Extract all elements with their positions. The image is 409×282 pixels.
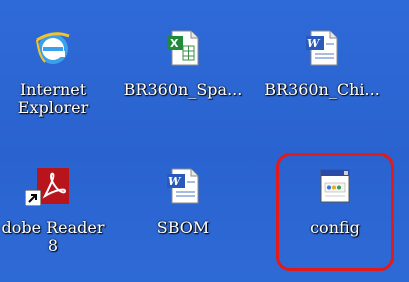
desktop-icon-label: Internet Explorer — [17, 80, 89, 117]
desktop-icon-adobe-reader[interactable]: dobe Reader 8 — [0, 148, 118, 268]
desktop-icon-word-file[interactable]: W BR360n_Chi... — [257, 10, 387, 130]
excel-document-icon: X — [167, 30, 199, 66]
desktop-icon-label: dobe Reader 8 — [1, 218, 105, 255]
desktop-icon-internet-explorer[interactable]: Internet Explorer — [0, 10, 118, 130]
word-document-icon: W — [167, 168, 199, 204]
shortcut-arrow-icon — [25, 190, 41, 206]
desktop-icon-excel-file[interactable]: X BR360n_Spa... — [118, 10, 248, 130]
word-document-icon: W — [306, 30, 338, 66]
desktop-icon-label: BR360n_Chi... — [264, 80, 380, 99]
svg-text:X: X — [170, 37, 179, 50]
desktop-icon-label: SBOM — [156, 218, 210, 237]
desktop: Internet Explorer X BR360n_Spa... W BR36… — [0, 0, 409, 282]
svg-text:W: W — [307, 37, 321, 50]
desktop-icon-label: BR360n_Spa... — [123, 80, 243, 99]
desktop-icon-sbom-file[interactable]: W SBOM — [118, 148, 248, 268]
internet-explorer-icon — [36, 32, 70, 64]
svg-text:W: W — [168, 175, 182, 188]
highlight-box — [276, 153, 394, 271]
